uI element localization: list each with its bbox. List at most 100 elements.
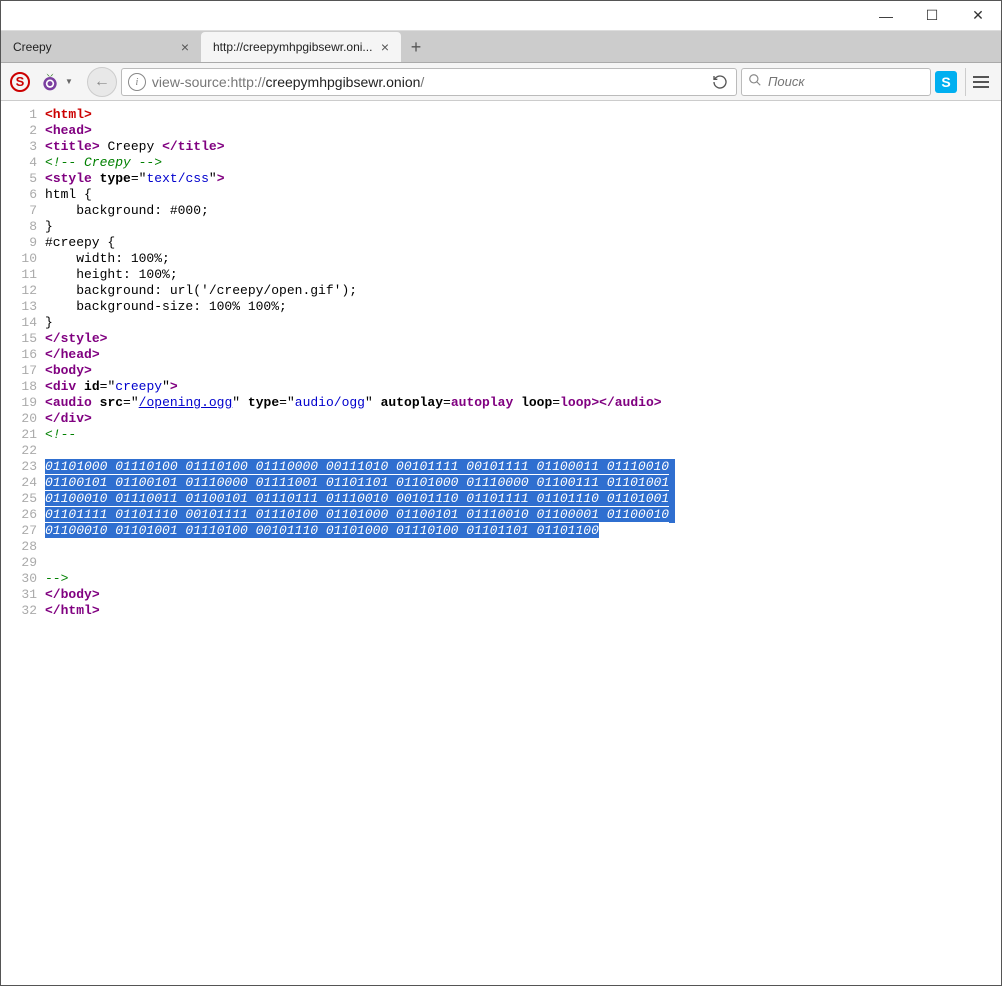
source-line[interactable]: 13 background-size: 100% 100%; <box>1 299 1001 315</box>
line-code[interactable]: </body> <box>45 587 1001 603</box>
new-tab-button[interactable]: + <box>401 32 431 62</box>
line-code[interactable]: <head> <box>45 123 1001 139</box>
menu-button[interactable] <box>965 68 995 96</box>
line-code[interactable]: 01101000 01110100 01110100 01110000 0011… <box>45 459 1001 475</box>
source-line[interactable]: 14} <box>1 315 1001 331</box>
url-text[interactable]: view-source:http://creepymhpgibsewr.onio… <box>152 74 708 90</box>
window-minimize-button[interactable]: — <box>863 1 909 31</box>
source-line[interactable]: 2401100101 01100101 01110000 01111001 01… <box>1 475 1001 491</box>
source-line[interactable]: 8} <box>1 219 1001 235</box>
source-line[interactable]: 29 <box>1 555 1001 571</box>
line-code[interactable] <box>45 555 1001 571</box>
source-line[interactable]: 17<body> <box>1 363 1001 379</box>
source-line[interactable]: 21<!-- <box>1 427 1001 443</box>
tab-close-icon[interactable]: × <box>177 39 193 55</box>
source-line[interactable]: 18<div id="creepy"> <box>1 379 1001 395</box>
source-line[interactable]: 11 height: 100%; <box>1 267 1001 283</box>
page-source-view[interactable]: 1<html>2<head>3<title> Creepy </title>4<… <box>1 101 1001 619</box>
noscript-icon[interactable]: S <box>7 69 33 95</box>
site-info-icon[interactable]: i <box>128 73 146 91</box>
source-line[interactable]: 7 background: #000; <box>1 203 1001 219</box>
line-number: 14 <box>1 315 45 331</box>
line-code[interactable]: <!-- <box>45 427 1001 443</box>
line-code[interactable]: background: url('/creepy/open.gif'); <box>45 283 1001 299</box>
source-line[interactable]: 2301101000 01110100 01110100 01110000 00… <box>1 459 1001 475</box>
line-number: 16 <box>1 347 45 363</box>
line-code[interactable]: <!-- Creepy --> <box>45 155 1001 171</box>
tab-close-icon[interactable]: × <box>377 39 393 55</box>
line-code[interactable]: <body> <box>45 363 1001 379</box>
source-line[interactable]: 5<style type="text/css"> <box>1 171 1001 187</box>
line-code[interactable]: <div id="creepy"> <box>45 379 1001 395</box>
line-code[interactable]: 01100101 01100101 01110000 01111001 0110… <box>45 475 1001 491</box>
line-code[interactable]: --> <box>45 571 1001 587</box>
source-line[interactable]: 22 <box>1 443 1001 459</box>
line-code[interactable]: </style> <box>45 331 1001 347</box>
line-code[interactable]: 01100010 01101001 01110100 00101110 0110… <box>45 523 1001 539</box>
line-code[interactable]: <style type="text/css"> <box>45 171 1001 187</box>
reload-button[interactable] <box>708 70 732 94</box>
dropdown-caret-icon[interactable]: ▼ <box>65 77 73 86</box>
line-code[interactable]: 01101111 01101110 00101111 01110100 0110… <box>45 507 1001 523</box>
tor-onion-icon[interactable] <box>37 69 63 95</box>
line-number: 13 <box>1 299 45 315</box>
line-number: 11 <box>1 267 45 283</box>
line-code[interactable]: } <box>45 219 1001 235</box>
source-line[interactable]: 19<audio src="/opening.ogg" type="audio/… <box>1 395 1001 411</box>
tab-view-source[interactable]: http://creepymhpgibsewr.oni... × <box>201 32 401 62</box>
line-code[interactable]: height: 100%; <box>45 267 1001 283</box>
line-code[interactable]: html { <box>45 187 1001 203</box>
source-line[interactable]: 9#creepy { <box>1 235 1001 251</box>
skype-icon[interactable]: S <box>935 71 957 93</box>
search-input[interactable] <box>768 74 946 89</box>
source-line[interactable]: 2601101111 01101110 00101111 01110100 01… <box>1 507 1001 523</box>
source-line[interactable]: 28 <box>1 539 1001 555</box>
line-number: 17 <box>1 363 45 379</box>
line-number: 22 <box>1 443 45 459</box>
source-line[interactable]: 12 background: url('/creepy/open.gif'); <box>1 283 1001 299</box>
source-line[interactable]: 3<title> Creepy </title> <box>1 139 1001 155</box>
line-number: 3 <box>1 139 45 155</box>
line-code[interactable]: <title> Creepy </title> <box>45 139 1001 155</box>
source-line[interactable]: 15</style> <box>1 331 1001 347</box>
url-bar[interactable]: i view-source:http://creepymhpgibsewr.on… <box>121 68 737 96</box>
source-line[interactable]: 10 width: 100%; <box>1 251 1001 267</box>
source-line[interactable]: 31</body> <box>1 587 1001 603</box>
line-code[interactable]: <html> <box>45 107 1001 123</box>
line-code[interactable]: background: #000; <box>45 203 1001 219</box>
line-number: 19 <box>1 395 45 411</box>
line-code[interactable] <box>45 539 1001 555</box>
tab-creepy[interactable]: Creepy × <box>1 32 201 62</box>
line-number: 2 <box>1 123 45 139</box>
source-line[interactable]: 2501100010 01110011 01100101 01110111 01… <box>1 491 1001 507</box>
source-line[interactable]: 6html { <box>1 187 1001 203</box>
search-bar[interactable] <box>741 68 931 96</box>
line-code[interactable]: 01100010 01110011 01100101 01110111 0111… <box>45 491 1001 507</box>
line-code[interactable]: #creepy { <box>45 235 1001 251</box>
source-line[interactable]: 32</html> <box>1 603 1001 619</box>
source-line[interactable]: 2701100010 01101001 01110100 00101110 01… <box>1 523 1001 539</box>
tab-bar: Creepy × http://creepymhpgibsewr.oni... … <box>1 31 1001 63</box>
line-code[interactable]: width: 100%; <box>45 251 1001 267</box>
line-number: 20 <box>1 411 45 427</box>
source-line[interactable]: 20</div> <box>1 411 1001 427</box>
back-button[interactable]: ← <box>87 67 117 97</box>
source-line[interactable]: 1<html> <box>1 107 1001 123</box>
window-close-button[interactable]: ✕ <box>955 1 1001 31</box>
line-code[interactable] <box>45 443 1001 459</box>
line-code[interactable]: } <box>45 315 1001 331</box>
window-maximize-button[interactable]: ☐ <box>909 1 955 31</box>
line-code[interactable]: </head> <box>45 347 1001 363</box>
source-line[interactable]: 4<!-- Creepy --> <box>1 155 1001 171</box>
line-code[interactable]: </div> <box>45 411 1001 427</box>
line-code[interactable]: background-size: 100% 100%; <box>45 299 1001 315</box>
toolbar: S ▼ ← i view-source:http://creepymhpgibs… <box>1 63 1001 101</box>
line-code[interactable]: </html> <box>45 603 1001 619</box>
source-line[interactable]: 30--> <box>1 571 1001 587</box>
source-line[interactable]: 16</head> <box>1 347 1001 363</box>
line-number: 21 <box>1 427 45 443</box>
line-number: 32 <box>1 603 45 619</box>
line-code[interactable]: <audio src="/opening.ogg" type="audio/og… <box>45 395 1001 411</box>
line-number: 6 <box>1 187 45 203</box>
source-line[interactable]: 2<head> <box>1 123 1001 139</box>
